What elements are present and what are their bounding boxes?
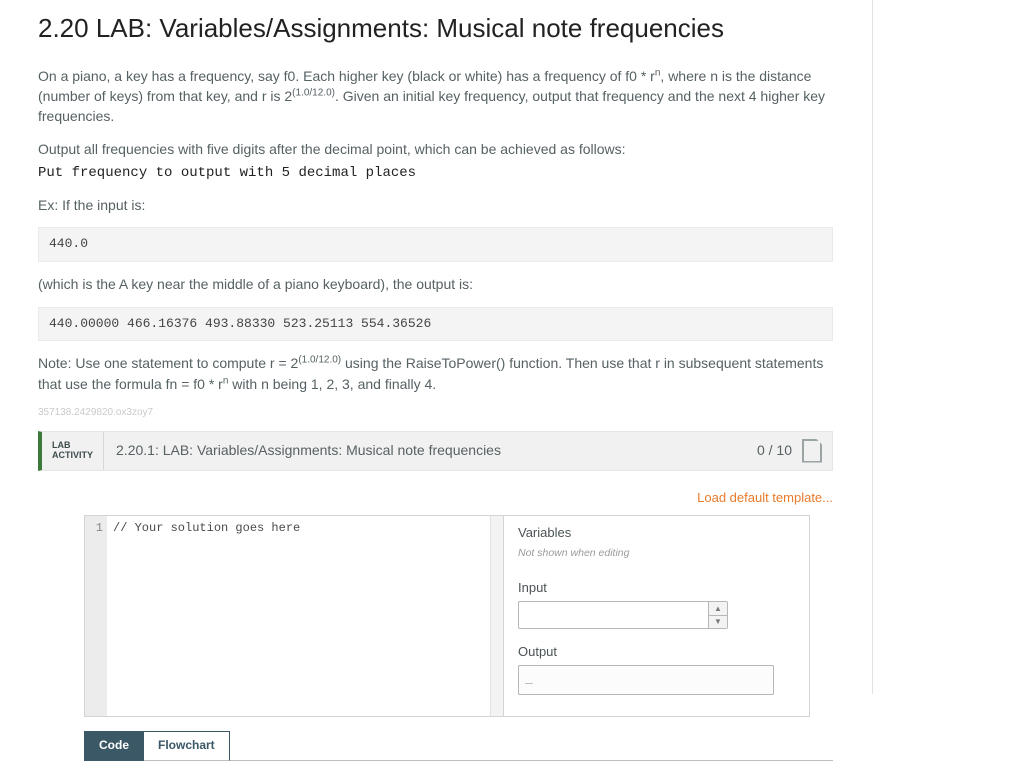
lab-content: 2.20 LAB: Variables/Assignments: Musical…	[38, 10, 833, 761]
lab-activity-title: 2.20.1: LAB: Variables/Assignments: Musi…	[104, 440, 757, 460]
note-paragraph: Note: Use one statement to compute r = 2…	[38, 353, 833, 394]
input-heading: Input	[518, 579, 795, 598]
input-field[interactable]: ▲ ▼	[518, 601, 728, 629]
page-title: 2.20 LAB: Variables/Assignments: Musical…	[38, 10, 833, 48]
trace-id: 357138.2429820.ox3zoy7	[38, 406, 833, 421]
tab-code[interactable]: Code	[84, 731, 144, 760]
runtime-panel: Variables Not shown when editing Input ▲…	[504, 515, 810, 717]
intro-exp-1: (1.0/12.0)	[292, 87, 335, 98]
editor-scrollbar[interactable]	[490, 516, 503, 716]
note-exp-2: (1.0/12.0)	[298, 355, 341, 366]
note-text-1: Note: Use one statement to compute r = 2	[38, 355, 298, 371]
lab-badge-line2: ACTIVITY	[52, 451, 93, 461]
output-field: _	[518, 665, 774, 695]
sample-output-block: 440.00000 466.16376 493.88330 523.25113 …	[38, 307, 833, 342]
output-heading: Output	[518, 643, 795, 662]
tabs-underline	[230, 759, 833, 761]
intro-text-1: On a piano, a key has a frequency, say f…	[38, 68, 655, 84]
chevron-down-icon[interactable]: ▼	[709, 616, 727, 629]
editor-row: 1 // Your solution goes here Variables N…	[84, 515, 833, 717]
variables-heading: Variables	[518, 524, 795, 543]
document-icon[interactable]	[802, 439, 822, 463]
lab-activity-bar: LAB ACTIVITY 2.20.1: LAB: Variables/Assi…	[38, 431, 833, 471]
example-label: Ex: If the input is:	[38, 195, 833, 215]
pseudocode-line: Put frequency to output with 5 decimal p…	[38, 163, 833, 183]
line-gutter: 1	[85, 516, 107, 716]
intro-paragraph: On a piano, a key has a frequency, say f…	[38, 66, 833, 127]
sample-input-block: 440.0	[38, 227, 833, 262]
mid-text: (which is the A key near the middle of a…	[38, 274, 833, 294]
variables-note: Not shown when editing	[518, 546, 795, 561]
note-text-3: with n being 1, 2, 3, and finally 4.	[228, 376, 436, 392]
lab-badge: LAB ACTIVITY	[42, 432, 104, 470]
load-default-template-link[interactable]: Load default template...	[84, 489, 833, 508]
code-text[interactable]: // Your solution goes here	[107, 516, 308, 716]
lab-score: 0 / 10	[757, 440, 802, 460]
editor-tabs: Code Flowchart	[84, 731, 833, 760]
tab-flowchart[interactable]: Flowchart	[144, 731, 230, 760]
vertical-divider	[872, 0, 873, 694]
chevron-up-icon[interactable]: ▲	[709, 602, 727, 616]
output-digits-instruction: Output all frequencies with five digits …	[38, 139, 833, 159]
input-stepper[interactable]: ▲ ▼	[708, 602, 727, 628]
output-cursor: _	[525, 671, 533, 686]
code-editor[interactable]: 1 // Your solution goes here	[84, 515, 504, 717]
